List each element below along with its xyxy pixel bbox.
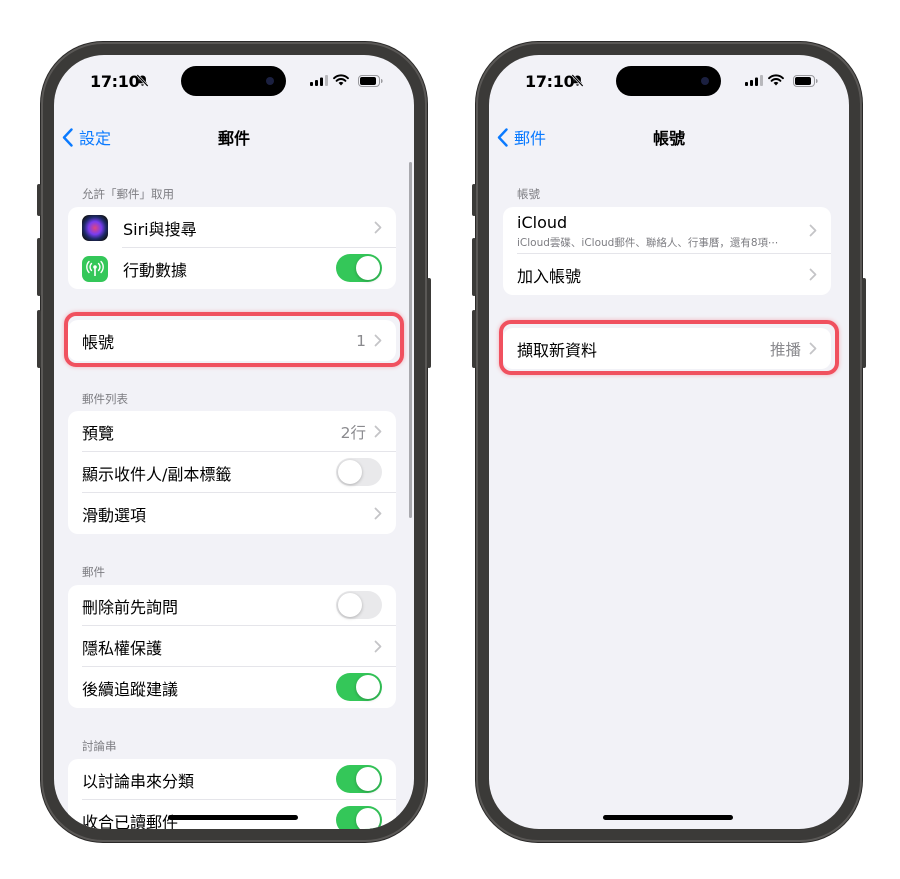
chevron-right-icon: [374, 425, 382, 438]
preview-label: 預覽: [82, 423, 115, 443]
group-allow: Siri與搜尋 行動數據: [68, 207, 396, 289]
organize-by-thread-label: 以討論串來分類: [82, 771, 195, 791]
chevron-right-icon: [809, 224, 817, 237]
side-button: [862, 278, 866, 368]
phone-left: 17:10 設定 郵件 允許「郵件」取用 Siri與搜尋 行動數據 帳號 1 郵…: [37, 42, 431, 842]
section-label-accounts: 帳號: [517, 187, 540, 201]
action-button: [472, 184, 476, 216]
siri-icon: [82, 215, 108, 241]
camera-icon: [266, 77, 274, 85]
icloud-detail: iCloud雲碟、iCloud郵件、聯絡人、行事曆，還有8項⋯: [517, 237, 779, 249]
screen-right: 17:10 郵件 帳號 帳號 iCloud iCloud雲碟、iCloud郵件、…: [489, 55, 849, 829]
camera-icon: [701, 77, 709, 85]
volume-up-button: [472, 238, 476, 296]
home-indicator[interactable]: [168, 815, 298, 820]
home-indicator[interactable]: [603, 815, 733, 820]
follow-up-label: 後續追蹤建議: [82, 679, 179, 699]
scrollbar[interactable]: [409, 162, 412, 518]
section-label-thread: 討論串: [82, 739, 117, 753]
silent-bell-icon: [571, 74, 584, 87]
highlight-fetch: [499, 320, 839, 375]
screen-left: 17:10 設定 郵件 允許「郵件」取用 Siri與搜尋 行動數據 帳號 1 郵…: [54, 55, 414, 829]
nav-bar: 郵件 帳號: [489, 113, 849, 157]
highlight-accounts: [64, 312, 404, 367]
chevron-right-icon: [374, 221, 382, 234]
chevron-right-icon: [809, 268, 817, 281]
collapse-read-toggle[interactable]: [336, 806, 382, 829]
dynamic-island: [181, 66, 286, 96]
cellular-data-toggle[interactable]: [336, 254, 382, 282]
wifi-icon: [768, 74, 784, 86]
show-to-cc-row: 顯示收件人/副本標籤: [68, 452, 396, 493]
siri-search-row[interactable]: Siri與搜尋: [68, 207, 396, 248]
volume-up-button: [37, 238, 41, 296]
siri-search-label: Siri與搜尋: [123, 219, 197, 239]
ask-before-delete-label: 刪除前先詢問: [82, 597, 179, 617]
page-title: 郵件: [217, 129, 250, 148]
ask-before-delete-toggle[interactable]: [336, 591, 382, 619]
battery-icon: [358, 75, 383, 87]
follow-up-row: 後續追蹤建議: [68, 667, 396, 708]
swipe-options-label: 滑動選項: [82, 505, 147, 525]
icloud-row[interactable]: iCloud iCloud雲碟、iCloud郵件、聯絡人、行事曆，還有8項⋯: [503, 207, 831, 254]
show-to-cc-toggle[interactable]: [336, 458, 382, 486]
preview-value: 2行: [340, 423, 366, 442]
group-list: 預覽 2行 顯示收件人/副本標籤 滑動選項: [68, 411, 396, 534]
section-label-allow: 允許「郵件」取用: [82, 187, 174, 201]
side-button: [427, 278, 431, 368]
privacy-protection-label: 隱私權保護: [82, 638, 163, 658]
action-button: [37, 184, 41, 216]
add-account-label: 加入帳號: [517, 266, 582, 286]
organize-by-thread-row: 以討論串來分類: [68, 759, 396, 800]
phone-right: 17:10 郵件 帳號 帳號 iCloud iCloud雲碟、iCloud郵件、…: [472, 42, 866, 842]
preview-row[interactable]: 預覽 2行: [68, 411, 396, 452]
icloud-label: iCloud: [517, 213, 568, 232]
dynamic-island: [616, 66, 721, 96]
cellular-signal-icon: [310, 75, 328, 86]
organize-by-thread-toggle[interactable]: [336, 765, 382, 793]
follow-up-toggle[interactable]: [336, 673, 382, 701]
cellular-antenna-icon: [82, 256, 108, 282]
cellular-data-row: 行動數據: [68, 248, 396, 289]
chevron-right-icon: [374, 507, 382, 520]
section-label-mail: 郵件: [82, 565, 105, 579]
ask-before-delete-row: 刪除前先詢問: [68, 585, 396, 626]
swipe-options-row[interactable]: 滑動選項: [68, 493, 396, 534]
silent-bell-icon: [136, 74, 149, 87]
group-accounts: iCloud iCloud雲碟、iCloud郵件、聯絡人、行事曆，還有8項⋯ 加…: [503, 207, 831, 295]
add-account-row[interactable]: 加入帳號: [503, 254, 831, 295]
privacy-protection-row[interactable]: 隱私權保護: [68, 626, 396, 667]
status-time: 17:10: [525, 72, 575, 91]
cellular-data-label: 行動數據: [123, 260, 188, 280]
nav-bar: 設定 郵件: [54, 113, 414, 157]
status-time: 17:10: [90, 72, 140, 91]
group-mail: 刪除前先詢問 隱私權保護 後續追蹤建議: [68, 585, 396, 708]
section-label-list: 郵件列表: [82, 392, 128, 406]
collapse-read-label: 收合已讀郵件: [82, 812, 179, 830]
cellular-signal-icon: [745, 75, 763, 86]
battery-icon: [793, 75, 818, 87]
wifi-icon: [333, 74, 349, 86]
show-to-cc-label: 顯示收件人/副本標籤: [82, 464, 232, 484]
volume-down-button: [37, 310, 41, 368]
page-title: 帳號: [652, 129, 685, 148]
volume-down-button: [472, 310, 476, 368]
chevron-right-icon: [374, 640, 382, 653]
